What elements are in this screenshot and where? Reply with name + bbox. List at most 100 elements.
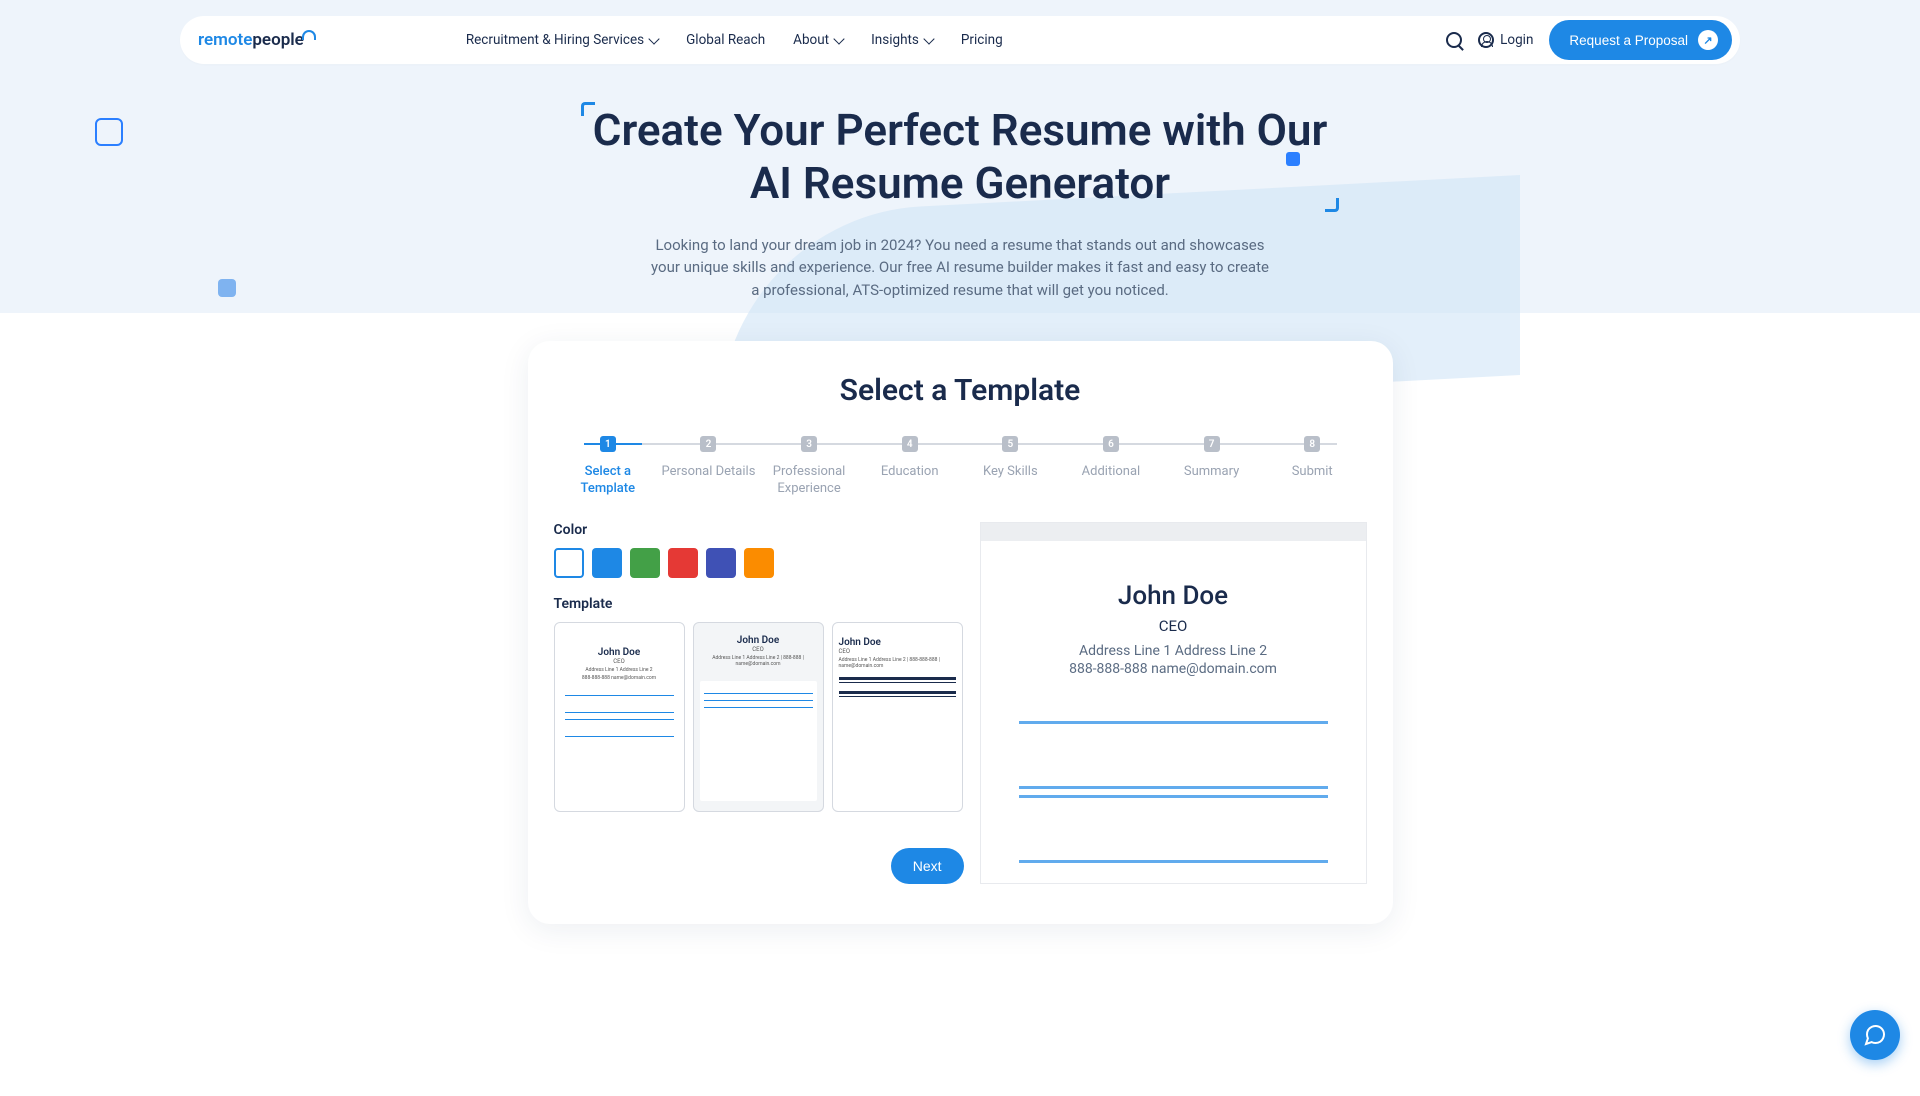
step-number: 4 xyxy=(902,436,918,452)
step-number: 3 xyxy=(801,436,817,452)
template-name: John Doe xyxy=(561,647,678,658)
nav-recruitment[interactable]: Recruitment & Hiring Services xyxy=(466,32,658,48)
preview-contact: 888-888-888 name@domain.com xyxy=(1019,661,1328,677)
step-number: 7 xyxy=(1204,436,1220,452)
header-actions: Login Request a Proposal ↗ xyxy=(1446,20,1732,60)
step-label: Personal Details xyxy=(658,464,759,481)
chat-icon xyxy=(1863,1023,1887,1047)
template-role: CEO xyxy=(700,646,817,653)
template-section-label: Template xyxy=(554,596,964,612)
nav-label: Insights xyxy=(871,32,919,48)
preview-divider xyxy=(1019,860,1328,863)
step-number: 6 xyxy=(1103,436,1119,452)
nav-insights[interactable]: Insights xyxy=(871,32,933,48)
logo-word-1: remote xyxy=(198,30,252,50)
cta-label: Request a Proposal xyxy=(1569,33,1688,48)
chevron-down-icon xyxy=(833,33,844,44)
person-icon xyxy=(1478,32,1494,48)
request-proposal-button[interactable]: Request a Proposal ↗ xyxy=(1549,20,1732,60)
builder-body: Color Template John Doe CEO Address Line… xyxy=(554,522,1367,884)
preview-divider xyxy=(1019,786,1328,789)
template-contact: 888-888-888 name@domain.com xyxy=(561,675,678,681)
step-5[interactable]: 5 Key Skills xyxy=(960,436,1061,498)
color-section-label: Color xyxy=(554,522,964,538)
nav-label: About xyxy=(793,32,829,48)
step-label: Professional Experience xyxy=(759,464,860,498)
color-swatch-white[interactable] xyxy=(554,548,584,578)
hero-subtitle: Looking to land your dream job in 2024? … xyxy=(650,234,1270,302)
title-line-2: AI Resume Generator xyxy=(750,157,1170,209)
preview-role: CEO xyxy=(1019,617,1328,635)
nav-label: Recruitment & Hiring Services xyxy=(466,32,644,48)
step-8[interactable]: 8 Submit xyxy=(1262,436,1363,498)
template-address: Address Line 1 Address Line 2 xyxy=(561,667,678,673)
bracket-decoration-icon xyxy=(1325,198,1339,212)
nav-label: Pricing xyxy=(961,32,1003,48)
template-option-1[interactable]: John Doe CEO Address Line 1 Address Line… xyxy=(554,622,685,812)
brand-logo[interactable]: remotepeople xyxy=(198,30,316,50)
preview-divider xyxy=(1019,795,1328,798)
step-number: 2 xyxy=(700,436,716,452)
nav-about[interactable]: About xyxy=(793,32,843,48)
color-swatch-blue[interactable] xyxy=(592,548,622,578)
step-label: Key Skills xyxy=(960,464,1061,481)
step-label: Summary xyxy=(1161,464,1262,481)
login-label: Login xyxy=(1500,32,1533,48)
color-swatch-red[interactable] xyxy=(668,548,698,578)
color-swatch-indigo[interactable] xyxy=(706,548,736,578)
resume-builder-card: Select a Template 1 Select a Template 2 Pe… xyxy=(528,341,1393,924)
template-option-2[interactable]: John Doe CEO Address Line 1 Address Line… xyxy=(693,622,824,812)
template-role: CEO xyxy=(839,648,956,655)
nav-label: Global Reach xyxy=(686,32,765,48)
color-swatch-green[interactable] xyxy=(630,548,660,578)
hero-section: Create Your Perfect Resume with Our AI R… xyxy=(0,104,1920,301)
preview-top-bar xyxy=(981,523,1366,541)
next-button[interactable]: Next xyxy=(891,848,964,884)
step-3[interactable]: 3 Professional Experience xyxy=(759,436,860,498)
page-title: Create Your Perfect Resume with Our AI R… xyxy=(593,104,1328,210)
step-2[interactable]: 2 Personal Details xyxy=(658,436,759,498)
preview-divider xyxy=(1019,721,1328,724)
login-link[interactable]: Login xyxy=(1478,32,1533,48)
title-line-1: Create Your Perfect Resume with Our xyxy=(593,104,1328,156)
card-title: Select a Template xyxy=(554,373,1367,408)
step-label: Additional xyxy=(1061,464,1162,481)
template-role: CEO xyxy=(561,658,678,665)
search-icon[interactable] xyxy=(1446,32,1462,48)
builder-controls: Color Template John Doe CEO Address Line… xyxy=(554,522,964,884)
progress-stepper: 1 Select a Template 2 Personal Details 3 Pr… xyxy=(554,436,1367,498)
site-header: remotepeople Recruitment & Hiring Servic… xyxy=(180,16,1740,64)
step-1[interactable]: 1 Select a Template xyxy=(558,436,659,498)
preview-content: John Doe CEO Address Line 1 Address Line… xyxy=(981,541,1366,879)
arrow-up-right-icon: ↗ xyxy=(1698,30,1718,50)
nav-global-reach[interactable]: Global Reach xyxy=(686,32,765,48)
color-swatch-orange[interactable] xyxy=(744,548,774,578)
step-label: Education xyxy=(859,464,960,481)
logo-arc-icon xyxy=(302,30,316,40)
step-label: Select a Template xyxy=(558,464,659,498)
template-option-3[interactable]: John Doe CEO Address Line 1 Address Line… xyxy=(832,622,963,812)
step-7[interactable]: 7 Summary xyxy=(1161,436,1262,498)
chat-widget-button[interactable] xyxy=(1850,1010,1900,1060)
primary-nav: Recruitment & Hiring Services Global Rea… xyxy=(466,32,1003,48)
step-number: 8 xyxy=(1304,436,1320,452)
step-6[interactable]: 6 Additional xyxy=(1061,436,1162,498)
template-name: John Doe xyxy=(839,637,956,648)
bracket-decoration-icon xyxy=(581,102,595,116)
chevron-down-icon xyxy=(923,33,934,44)
template-address: Address Line 1 Address Line 2 | 888-888-… xyxy=(839,657,956,669)
template-address: Address Line 1 Address Line 2 | 888-888 … xyxy=(700,655,817,667)
logo-word-2: people xyxy=(252,30,303,50)
preview-address: Address Line 1 Address Line 2 xyxy=(1019,643,1328,659)
template-grid: John Doe CEO Address Line 1 Address Line… xyxy=(554,622,964,812)
step-number: 5 xyxy=(1002,436,1018,452)
nav-pricing[interactable]: Pricing xyxy=(961,32,1003,48)
step-4[interactable]: 4 Education xyxy=(859,436,960,498)
resume-preview: John Doe CEO Address Line 1 Address Line… xyxy=(980,522,1367,884)
template-name: John Doe xyxy=(700,635,817,646)
preview-name: John Doe xyxy=(1019,581,1328,611)
chevron-down-icon xyxy=(648,33,659,44)
step-number: 1 xyxy=(600,436,616,452)
step-label: Submit xyxy=(1262,464,1363,481)
color-picker xyxy=(554,548,964,578)
